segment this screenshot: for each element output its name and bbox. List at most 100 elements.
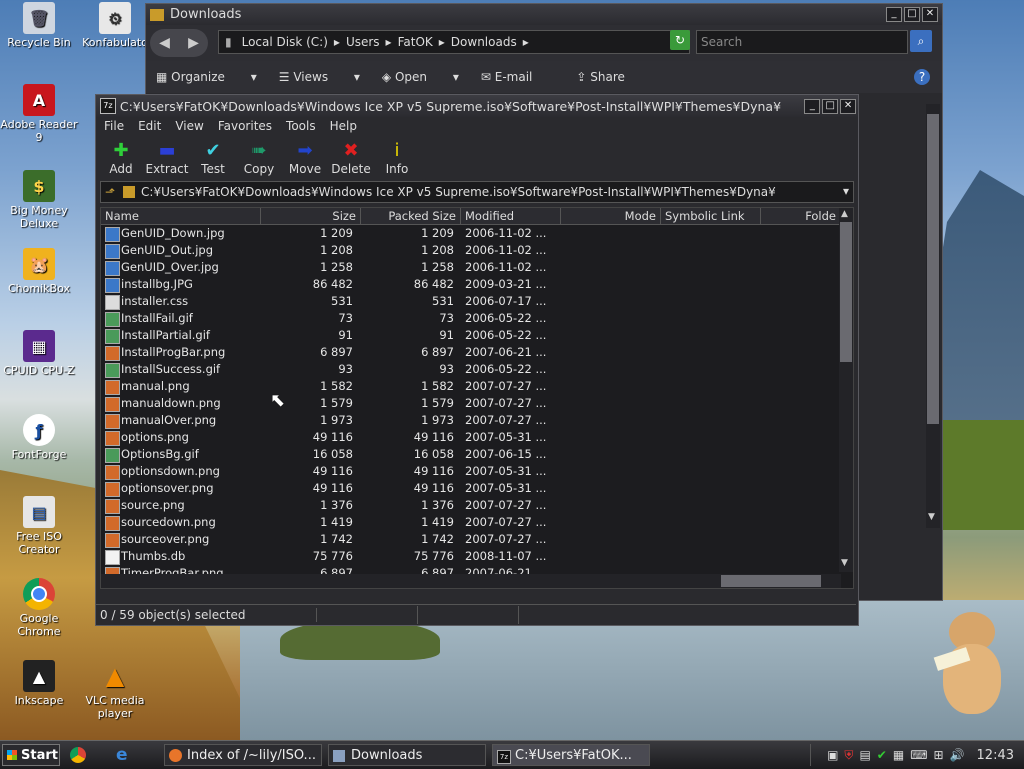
- address-bar[interactable]: ⬏ C:¥Users¥FatOK¥Downloads¥Windows Ice X…: [100, 181, 854, 203]
- maximize-button[interactable]: □: [822, 98, 839, 114]
- column-header-modified[interactable]: Modified: [461, 208, 561, 224]
- minimize-button[interactable]: _: [886, 7, 902, 22]
- explorer-scrollbar[interactable]: ▼: [926, 104, 940, 528]
- toolbar-info-button[interactable]: i Info: [374, 140, 420, 176]
- search-box[interactable]: Search: [696, 30, 908, 54]
- organize-button[interactable]: ▦ Organize ▾: [156, 70, 257, 84]
- file-row[interactable]: GenUID_Down.jpg 1 209 1 209 2006-11-02 ...: [101, 225, 841, 242]
- menu-edit[interactable]: Edit: [138, 119, 161, 133]
- desktop-icon-fontforge[interactable]: ƒ FontForge: [0, 414, 78, 461]
- breadcrumb-item[interactable]: Users: [346, 35, 380, 49]
- horizontal-scrollbar[interactable]: [101, 574, 841, 588]
- file-row[interactable]: source.png 1 376 1 376 2007-07-27 ...: [101, 497, 841, 514]
- column-header-size[interactable]: Size: [261, 208, 361, 224]
- forward-arrow-icon[interactable]: ▶: [188, 35, 199, 51]
- back-forward-buttons[interactable]: ◀ ▶: [150, 29, 208, 57]
- dropdown-arrow-icon[interactable]: ▾: [843, 184, 849, 198]
- file-row[interactable]: Thumbs.db 75 776 75 776 2008-11-07 ...: [101, 548, 841, 565]
- file-row[interactable]: installer.css 531 531 2006-07-17 ...: [101, 293, 841, 310]
- file-row[interactable]: OptionsBg.gif 16 058 16 058 2007-06-15 ...: [101, 446, 841, 463]
- h-scroll-thumb[interactable]: [721, 575, 821, 587]
- volume-tray-icon[interactable]: 🔊: [950, 748, 965, 762]
- refresh-icon[interactable]: ↻: [670, 30, 690, 50]
- sevenzip-window[interactable]: 7z C:¥Users¥FatOK¥Downloads¥Windows Ice …: [95, 94, 859, 626]
- search-icon[interactable]: ⌕: [910, 30, 932, 52]
- file-row[interactable]: InstallPartial.gif 91 91 2006-05-22 ...: [101, 327, 841, 344]
- file-row[interactable]: GenUID_Out.jpg 1 208 1 208 2006-11-02 ...: [101, 242, 841, 259]
- chrome-quicklaunch-icon[interactable]: [70, 747, 86, 763]
- desktop-icon-free-iso[interactable]: ▤ Free ISO Creator: [0, 496, 78, 556]
- open-button[interactable]: ◈ Open ▾: [382, 70, 459, 84]
- vertical-scrollbar[interactable]: ▲ ▼: [839, 208, 853, 572]
- taskbar-item-downloads[interactable]: Downloads: [328, 744, 486, 766]
- clock[interactable]: 12:43: [977, 748, 1014, 763]
- column-header-symlink[interactable]: Symbolic Link: [661, 208, 761, 224]
- taskbar-item-firefox[interactable]: Index of /~lily/ISO...: [164, 744, 322, 766]
- desktop-icon-cpuz[interactable]: ▦ CPUID CPU-Z: [0, 330, 78, 377]
- scroll-thumb[interactable]: [840, 222, 852, 362]
- toolbar-move-button[interactable]: ➡ Move: [282, 140, 328, 176]
- toolbar-extract-button[interactable]: ▬ Extract: [144, 140, 190, 176]
- file-list[interactable]: Name Size Packed Size Modified Mode Symb…: [100, 207, 854, 589]
- close-button[interactable]: ✕: [922, 7, 938, 22]
- file-row[interactable]: sourcedown.png 1 419 1 419 2007-07-27 ...: [101, 514, 841, 531]
- menu-view[interactable]: View: [175, 119, 203, 133]
- explorer-titlebar[interactable]: Downloads _ □ ✕: [146, 4, 942, 25]
- file-row[interactable]: InstallProgBar.png 6 897 6 897 2007-06-21 .…: [101, 344, 841, 361]
- column-header-name[interactable]: Name: [101, 208, 261, 224]
- shield-tray-icon[interactable]: ⛨: [844, 748, 853, 763]
- file-row[interactable]: manualdown.png 1 579 1 579 2007-07-27 ...: [101, 395, 841, 412]
- sevenzip-titlebar[interactable]: 7z C:¥Users¥FatOK¥Downloads¥Windows Ice …: [96, 95, 858, 117]
- breadcrumb-item[interactable]: FatOK: [398, 35, 433, 49]
- desktop-icon-chomikbox[interactable]: 🐹 ChomikBox: [0, 248, 78, 295]
- file-row[interactable]: manual.png 1 582 1 582 2007-07-27 ...: [101, 378, 841, 395]
- update-tray-icon[interactable]: ✔: [877, 748, 887, 762]
- breadcrumb-item[interactable]: Downloads: [451, 35, 517, 49]
- file-row[interactable]: GenUID_Over.jpg 1 258 1 258 2006-11-02 ...: [101, 259, 841, 276]
- desktop-icon-vlc[interactable]: ▲ VLC media player: [76, 660, 154, 721]
- desktop-icon-adobe-reader[interactable]: A Adobe Reader 9: [0, 84, 78, 144]
- maximize-button[interactable]: □: [904, 7, 920, 22]
- toolbar-copy-button[interactable]: ➠ Copy: [236, 140, 282, 176]
- breadcrumb[interactable]: ▮ Local Disk (C:) ▸ Users ▸ FatOK ▸ Downloa…: [218, 30, 690, 54]
- toolbar-test-button[interactable]: ✔ Test: [190, 140, 236, 176]
- desktop-icon-recycle-bin[interactable]: 🗑 Recycle Bin: [0, 2, 78, 49]
- share-button[interactable]: ⇪ Share: [576, 70, 647, 84]
- close-button[interactable]: ✕: [840, 98, 856, 114]
- column-header-mode[interactable]: Mode: [561, 208, 661, 224]
- ie-quicklaunch-icon[interactable]: e: [116, 745, 128, 765]
- email-button[interactable]: ✉ E-mail: [481, 70, 555, 84]
- file-row[interactable]: options.png 49 116 49 116 2007-05-31 ...: [101, 429, 841, 446]
- start-button[interactable]: Start: [2, 744, 60, 766]
- desktop-icon-konfabulator[interactable]: ⚙ Konfabulato: [76, 2, 154, 49]
- column-header-packed[interactable]: Packed Size: [361, 208, 461, 224]
- desktop-icon-inkscape[interactable]: ▲ Inkscape: [0, 660, 78, 707]
- file-row[interactable]: optionsdown.png 49 116 49 116 2007-05-31 ..…: [101, 463, 841, 480]
- help-icon[interactable]: ?: [914, 69, 930, 85]
- device-tray-icon[interactable]: ▦: [893, 748, 904, 762]
- file-row[interactable]: InstallSuccess.gif 93 93 2006-05-22 ...: [101, 361, 841, 378]
- column-header-folder[interactable]: Folde: [761, 208, 841, 224]
- file-row[interactable]: sourceover.png 1 742 1 742 2007-07-27 ...: [101, 531, 841, 548]
- file-row[interactable]: optionsover.png 49 116 49 116 2007-05-31 ..…: [101, 480, 841, 497]
- taskbar-item-sevenzip[interactable]: 7z C:¥Users¥FatOK...: [492, 744, 650, 766]
- usb-tray-icon[interactable]: ⌨: [910, 748, 927, 762]
- menu-help[interactable]: Help: [330, 119, 357, 133]
- menu-tools[interactable]: Tools: [286, 119, 316, 133]
- views-button[interactable]: ☰ Views ▾: [279, 70, 360, 84]
- file-row[interactable]: installbg.JPG 86 482 86 482 2009-03-21 ...: [101, 276, 841, 293]
- menu-file[interactable]: File: [104, 119, 124, 133]
- breadcrumb-item[interactable]: Local Disk (C:): [242, 35, 328, 49]
- network-tray-icon[interactable]: ▣: [827, 748, 838, 762]
- menu-favorites[interactable]: Favorites: [218, 119, 272, 133]
- desktop-icon-big-money[interactable]: $ Big Money Deluxe: [0, 170, 78, 230]
- file-row[interactable]: InstallFail.gif 73 73 2006-05-22 ...: [101, 310, 841, 327]
- toolbar-delete-button[interactable]: ✖ Delete: [328, 140, 374, 176]
- connection-tray-icon[interactable]: ⊞: [934, 748, 944, 762]
- minimize-button[interactable]: _: [804, 98, 821, 114]
- file-row[interactable]: manualOver.png 1 973 1 973 2007-07-27 ...: [101, 412, 841, 429]
- printer-tray-icon[interactable]: ▤: [859, 748, 870, 762]
- up-folder-icon[interactable]: ⬏: [105, 185, 115, 199]
- toolbar-add-button[interactable]: ✚ Add: [98, 140, 144, 176]
- desktop-icon-google-chrome[interactable]: Google Chrome: [0, 578, 78, 638]
